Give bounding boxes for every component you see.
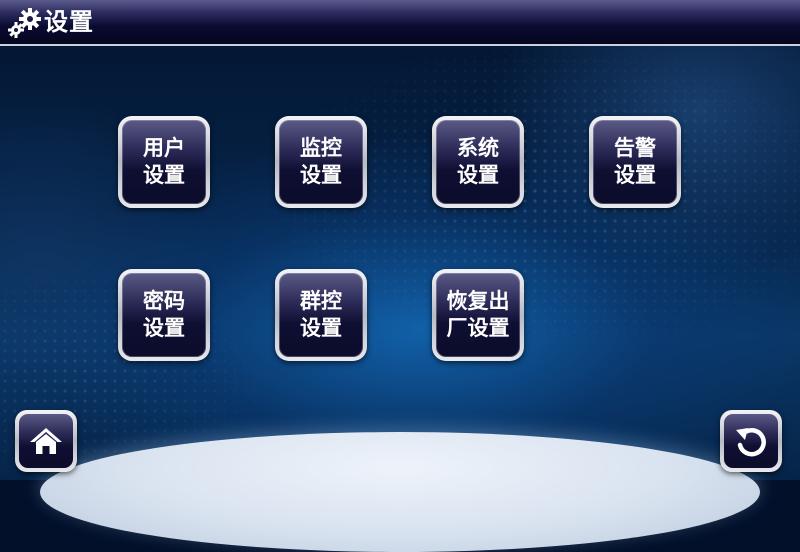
tile-label-line2: 厂设置 — [446, 316, 510, 340]
tile-label-line2: 设置 — [457, 163, 499, 187]
tile-label-line1: 恢复出 — [446, 289, 510, 313]
back-button[interactable] — [720, 410, 782, 472]
system-settings-button[interactable]: 系统 设置 — [432, 116, 524, 208]
home-icon — [30, 428, 62, 454]
floor-glow — [40, 432, 760, 552]
tile-label-line1: 用户 — [143, 136, 185, 160]
user-settings-button[interactable]: 用户 设置 — [118, 116, 210, 208]
tile-label-line2: 设置 — [143, 316, 185, 340]
home-button[interactable] — [15, 410, 77, 472]
gears-icon — [8, 8, 41, 38]
tile-label-line1: 监控 — [300, 136, 342, 160]
password-settings-button[interactable]: 密码 设置 — [118, 269, 210, 361]
tile-label-line2: 设置 — [143, 163, 185, 187]
tile-label-line2: 设置 — [300, 163, 342, 187]
tile-label-line1: 群控 — [300, 289, 342, 313]
monitor-settings-button[interactable]: 监控 设置 — [275, 116, 367, 208]
tile-label-line1: 密码 — [143, 289, 185, 313]
tile-label-line2: 设置 — [614, 163, 656, 187]
tile-label-line2: 设置 — [300, 316, 342, 340]
dot-pattern-background-left — [0, 46, 800, 480]
back-arrow-icon — [736, 427, 766, 457]
page-title: 设置 — [44, 8, 94, 36]
tile-label-line1: 告警 — [614, 136, 656, 160]
tile-label-line1: 系统 — [457, 136, 499, 160]
alarm-settings-button[interactable]: 告警 设置 — [589, 116, 681, 208]
title-bar: 设置 — [0, 0, 800, 46]
factory-reset-button[interactable]: 恢复出 厂设置 — [432, 269, 524, 361]
group-control-settings-button[interactable]: 群控 设置 — [275, 269, 367, 361]
